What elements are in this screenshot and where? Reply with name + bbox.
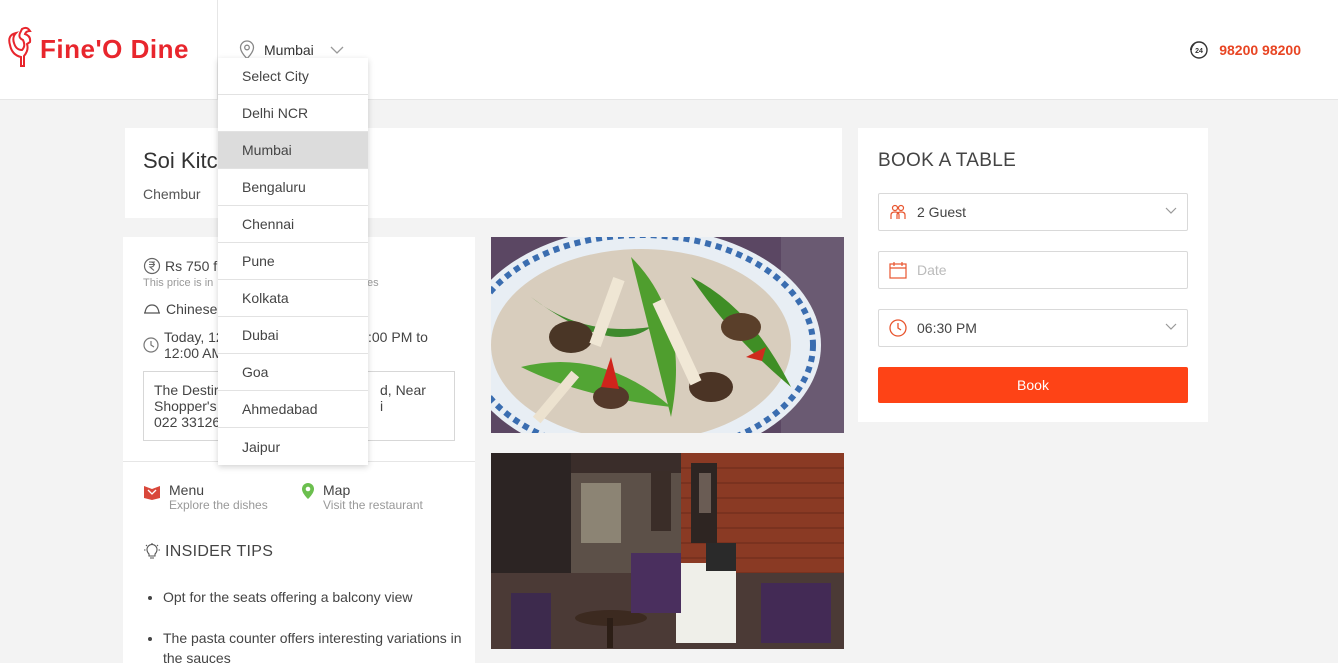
price-row: Rs 750 f xyxy=(143,257,217,275)
city-option-goa[interactable]: Goa xyxy=(218,354,368,391)
insider-tips-title: INSIDER TIPS xyxy=(165,543,274,560)
guest-select[interactable]: 2 Guest xyxy=(878,193,1188,231)
light-bulb-icon xyxy=(144,543,160,559)
price-note-right: es xyxy=(367,277,379,289)
timing-line-2: 12:00 AM xyxy=(164,345,224,361)
date-placeholder: Date xyxy=(917,262,947,278)
restaurant-area: Chembur xyxy=(143,186,201,202)
address-line-2-right: i xyxy=(380,398,384,414)
timing-row: Today, 12 :00 PM to 12:00 AM xyxy=(143,329,428,361)
clock-icon xyxy=(143,337,159,353)
interior-image xyxy=(491,453,844,649)
price-note: This price is in es xyxy=(143,277,379,289)
cuisine-row: Chinese xyxy=(143,301,217,317)
food-image xyxy=(491,237,844,433)
cuisine-text: Chinese xyxy=(166,301,218,317)
city-option-jaipur[interactable]: Jaipur xyxy=(218,428,368,465)
restaurant-name: Soi Kitc xyxy=(143,148,218,173)
map-link-subtitle: Visit the restaurant xyxy=(323,498,423,512)
guest-value: 2 Guest xyxy=(917,204,967,220)
city-option-delhi-ncr[interactable]: Delhi NCR xyxy=(218,95,368,132)
brand-name: Fine'O Dine xyxy=(40,33,189,64)
menu-link-title: Menu xyxy=(169,482,205,498)
price-note-left: This price is in xyxy=(143,277,214,289)
booking-card: BOOK A TABLE 2 Guest Date 06:30 PM Book xyxy=(858,128,1208,422)
time-select[interactable]: 06:30 PM xyxy=(878,309,1188,347)
chevron-down-icon xyxy=(330,46,344,54)
map-link[interactable]: Map Visit the restaurant xyxy=(301,482,423,512)
city-option-chennai[interactable]: Chennai xyxy=(218,206,368,243)
city-dropdown: Select City Delhi NCR Mumbai Bengaluru C… xyxy=(218,58,368,465)
brand-logo[interactable]: Fine'O Dine xyxy=(6,24,189,74)
tip-item: The pasta counter offers interesting var… xyxy=(163,628,463,663)
timing-line-1-left: Today, 12 xyxy=(164,329,224,345)
selected-city: Mumbai xyxy=(264,42,314,58)
phone-contact[interactable]: 24 98200 98200 xyxy=(1189,40,1301,60)
menu-link-subtitle: Explore the dishes xyxy=(169,498,268,512)
address-line-1-right: d, Near xyxy=(380,382,426,398)
city-option-kolkata[interactable]: Kolkata xyxy=(218,280,368,317)
menu-book-icon xyxy=(144,486,160,500)
city-option-select[interactable]: Select City xyxy=(218,58,368,95)
interior-photo[interactable] xyxy=(491,453,844,649)
book-button[interactable]: Book xyxy=(878,367,1188,403)
booking-title: BOOK A TABLE xyxy=(878,150,1017,171)
guests-icon xyxy=(890,204,906,219)
city-option-bengaluru[interactable]: Bengaluru xyxy=(218,169,368,206)
insider-tips-list: Opt for the seats offering a balcony vie… xyxy=(163,587,463,663)
food-photo[interactable] xyxy=(491,237,844,433)
map-pin-icon xyxy=(302,483,314,499)
date-field[interactable]: Date xyxy=(878,251,1188,289)
time-value: 06:30 PM xyxy=(917,320,977,336)
chevron-down-icon xyxy=(1165,323,1177,330)
map-link-title: Map xyxy=(323,482,351,498)
24-hours-phone-icon: 24 xyxy=(1190,41,1208,59)
chevron-down-icon xyxy=(1165,207,1177,214)
timing-line-1: Today, 12 :00 PM to xyxy=(164,329,428,345)
tip-item: Opt for the seats offering a balcony vie… xyxy=(163,587,463,607)
insider-tips-heading: INSIDER TIPS xyxy=(143,543,273,561)
price-text: Rs 750 f xyxy=(165,258,218,274)
clock-icon xyxy=(889,319,907,337)
city-option-dubai[interactable]: Dubai xyxy=(218,317,368,354)
rooster-logo-icon xyxy=(8,26,32,67)
city-option-mumbai[interactable]: Mumbai xyxy=(218,132,368,169)
menu-link[interactable]: Menu Explore the dishes xyxy=(143,482,268,512)
location-pin-icon xyxy=(239,40,255,60)
header: Fine'O Dine Mumbai 24 98200 98200 xyxy=(0,0,1338,100)
phone-number: 98200 98200 xyxy=(1219,42,1301,58)
cloche-icon xyxy=(144,304,160,314)
city-option-pune[interactable]: Pune xyxy=(218,243,368,280)
city-option-ahmedabad[interactable]: Ahmedabad xyxy=(218,391,368,428)
address-line-1-left: The Destir xyxy=(154,382,219,398)
calendar-icon xyxy=(889,262,907,279)
timing-line-1-right: :00 PM to xyxy=(368,329,428,345)
address-line-2-left: Shopper's xyxy=(154,398,217,414)
svg-text:24: 24 xyxy=(1195,48,1203,55)
rupee-icon xyxy=(143,257,161,275)
